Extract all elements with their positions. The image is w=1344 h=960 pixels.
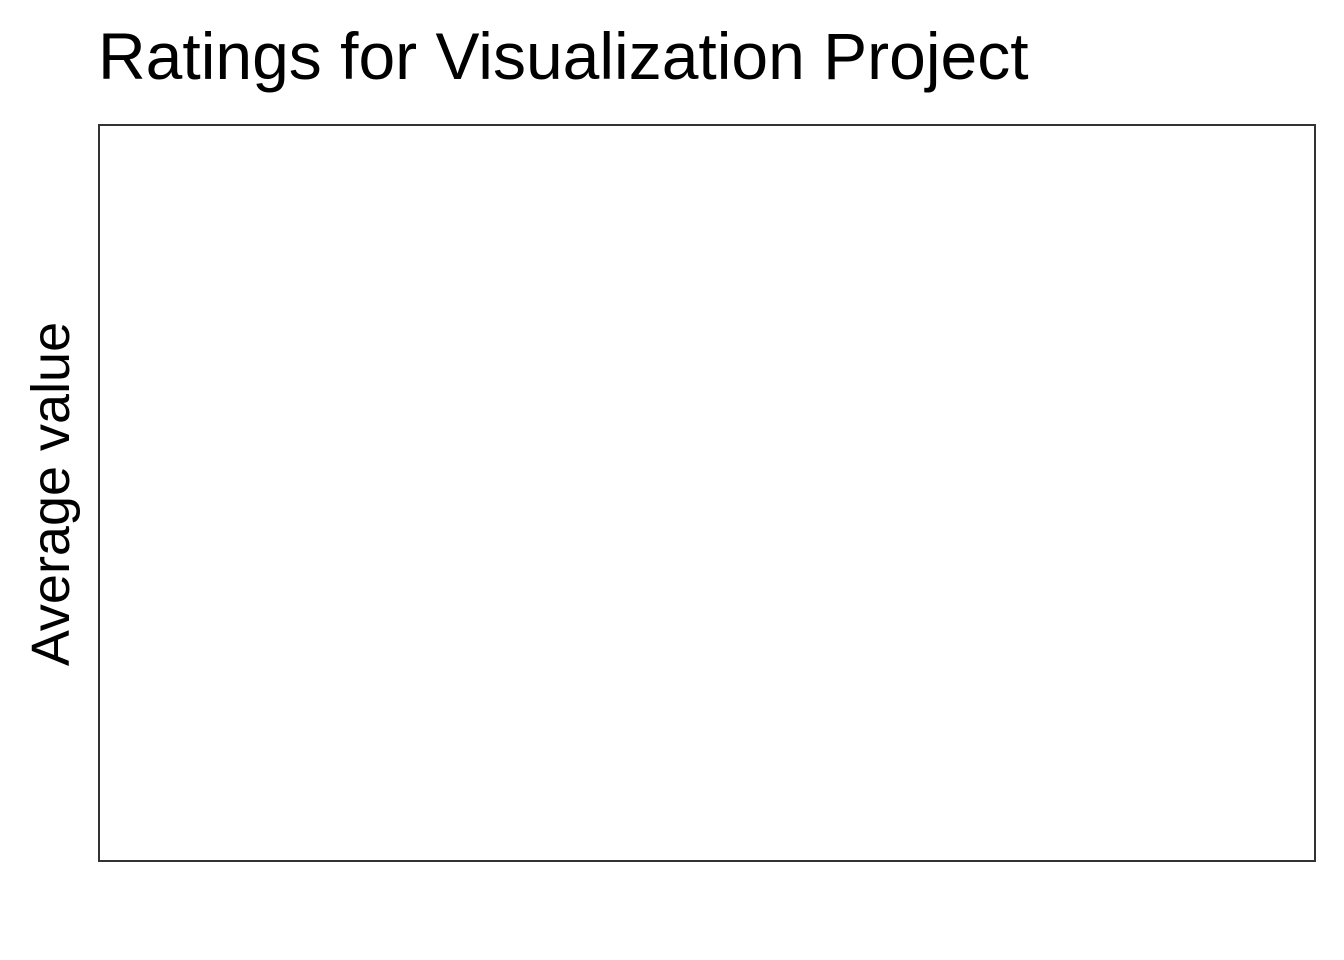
plot-area	[100, 126, 1314, 860]
y-axis-label: Average value	[21, 321, 81, 667]
chart-title: Ratings for Visualization Project	[98, 19, 1029, 93]
plot-panel	[98, 124, 1316, 862]
